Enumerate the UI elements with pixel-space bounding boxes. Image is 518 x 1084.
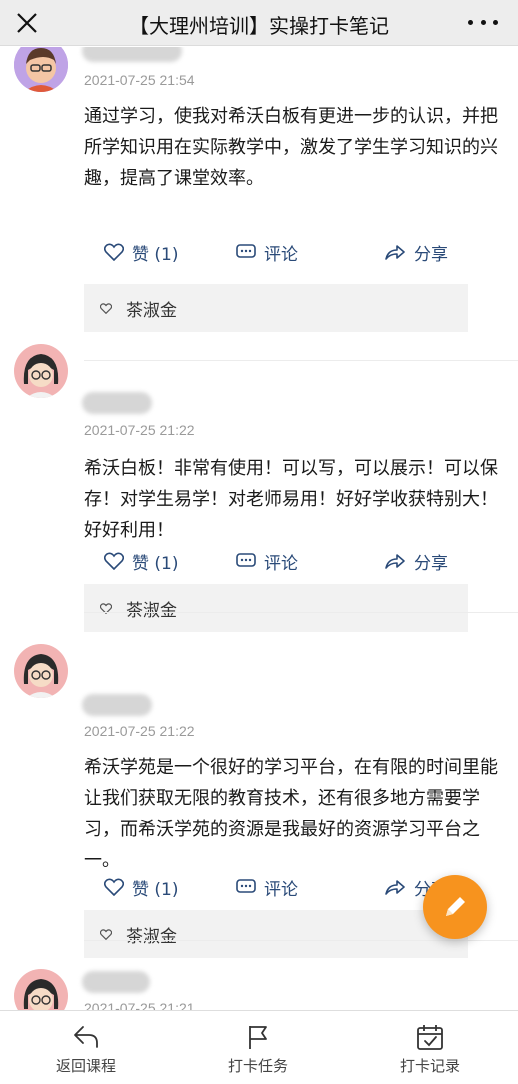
avatar[interactable]: [14, 644, 68, 698]
share-label: 分享: [414, 553, 448, 574]
share-button[interactable]: 分享: [384, 235, 448, 269]
post-actions: 赞 (1) 评论 分享: [84, 235, 468, 269]
comment-button[interactable]: 评论: [236, 870, 298, 904]
edit-pencil-icon: [446, 897, 465, 916]
write-note-button[interactable]: [423, 875, 487, 939]
post-timestamp: 2021-07-25 21:21: [84, 1000, 195, 1010]
likes-panel: 茶淑金: [84, 584, 468, 632]
post-actions: 赞 (1) 评论 分享: [84, 544, 468, 578]
username: [82, 47, 182, 62]
comment-label: 评论: [264, 553, 298, 574]
avatar[interactable]: [14, 969, 68, 1010]
like-label: 赞 (1): [132, 244, 179, 265]
divider: [84, 612, 518, 613]
post-timestamp: 2021-07-25 21:54: [84, 72, 195, 88]
post-timestamp: 2021-07-25 21:22: [84, 422, 195, 438]
bottom-nav: 返回课程 打卡任务 打卡记录: [0, 1010, 518, 1084]
calendar-check-icon: [417, 1025, 443, 1050]
tab-checkin-record[interactable]: 打卡记录: [344, 1011, 516, 1084]
post-card: 2021-07-25 21:54 通过学习，使我对希沃白板有更进一步的认识，并把…: [0, 47, 518, 361]
username: [82, 392, 152, 414]
comment-button[interactable]: 评论: [236, 544, 298, 578]
comment-label: 评论: [264, 879, 298, 900]
avatar[interactable]: [14, 344, 68, 398]
more-icon[interactable]: [468, 12, 498, 32]
tab-checkin-task[interactable]: 打卡任务: [172, 1011, 344, 1084]
liked-by-name[interactable]: 茶淑金: [126, 922, 177, 947]
likes-panel: 茶淑金: [84, 910, 468, 958]
comment-icon: [236, 244, 256, 258]
comment-icon: [236, 879, 256, 893]
like-label: 赞 (1): [132, 879, 179, 900]
tab-label: 打卡任务: [227, 1057, 288, 1075]
post-content: 通过学习，使我对希沃白板有更进一步的认识，并把所学知识用在实际教学中，激发了学生…: [84, 106, 498, 189]
like-label: 赞 (1): [132, 553, 179, 574]
post-actions: 赞 (1) 评论 分享: [84, 870, 468, 904]
like-button[interactable]: 赞 (1): [104, 235, 178, 269]
like-button[interactable]: 赞 (1): [104, 870, 178, 904]
share-button[interactable]: 分享: [384, 544, 448, 578]
share-icon: [385, 880, 405, 895]
likes-panel: 茶淑金: [84, 284, 468, 332]
flag-icon: [249, 1026, 267, 1049]
return-arrow-icon: [74, 1026, 98, 1048]
share-label: 分享: [414, 244, 448, 265]
post-content: 希沃学苑是一个很好的学习平台，在有限的时间里能让我们获取无限的教育技术，还有很多…: [84, 757, 498, 871]
comment-label: 评论: [264, 244, 298, 265]
heart-icon: [100, 302, 112, 314]
title-bar: 【大理州培训】实操打卡笔记: [0, 0, 518, 46]
post-timestamp: 2021-07-25 21:22: [84, 723, 195, 739]
heart-icon: [100, 928, 112, 940]
liked-by-name[interactable]: 茶淑金: [126, 596, 177, 621]
avatar[interactable]: [14, 47, 68, 92]
post-card: 2021-07-25 21:21: [0, 965, 518, 1010]
share-icon: [385, 554, 405, 569]
divider: [84, 940, 518, 941]
heart-icon: [104, 243, 124, 261]
heart-icon: [104, 878, 124, 896]
liked-by-name[interactable]: 茶淑金: [126, 296, 177, 321]
like-button[interactable]: 赞 (1): [104, 544, 178, 578]
tab-label: 打卡记录: [399, 1057, 460, 1075]
heart-icon: [104, 552, 124, 570]
page-title: 【大理州培训】实操打卡笔记: [129, 14, 389, 38]
note-feed[interactable]: 2021-07-25 21:54 通过学习，使我对希沃白板有更进一步的认识，并把…: [0, 47, 518, 1010]
tab-return-course[interactable]: 返回课程: [0, 1011, 172, 1084]
username: [82, 694, 152, 716]
post-card: 2021-07-25 21:22 希沃白板！非常有使用！可以写，可以展示！可以保…: [0, 336, 518, 636]
tab-label: 返回课程: [55, 1057, 116, 1075]
comment-icon: [236, 553, 256, 567]
post-content: 希沃白板！非常有使用！可以写，可以展示！可以保存！对学生易学！对老师易用！好好学…: [84, 458, 498, 541]
share-icon: [385, 245, 405, 260]
username: [82, 971, 150, 993]
comment-button[interactable]: 评论: [236, 235, 298, 269]
